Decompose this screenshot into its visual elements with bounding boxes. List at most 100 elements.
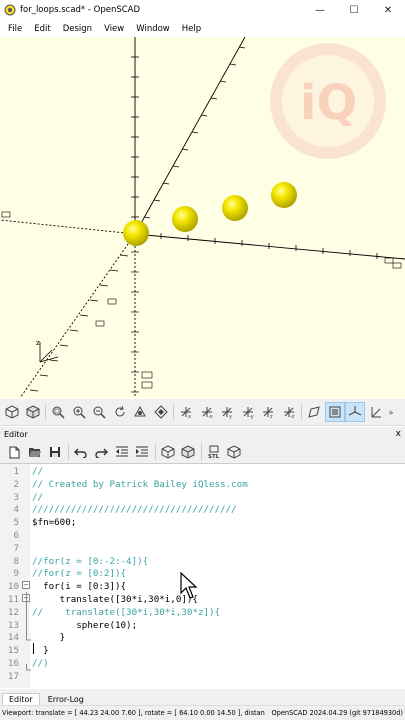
- maximize-button[interactable]: ☐: [337, 0, 371, 20]
- axis-indicator: z: [36, 339, 59, 363]
- code-line[interactable]: 3 //: [0, 492, 405, 505]
- line-code: sphere(10);: [32, 619, 138, 631]
- code-line[interactable]: 4 /////////////////////////////////////: [0, 504, 405, 517]
- view-right-icon[interactable]: x: [176, 402, 196, 422]
- svg-text:iQ: iQ: [300, 75, 357, 131]
- line-number: 10: [7, 581, 19, 593]
- code-line[interactable]: 5 $fn=600;: [0, 517, 405, 530]
- svg-text:-z: -z: [290, 414, 295, 419]
- line-number: 15: [7, 645, 19, 657]
- line-number: 9: [13, 568, 19, 580]
- iqless-watermark-logo: iQ: [270, 43, 386, 159]
- toolbar-separator: [301, 404, 302, 420]
- toolbar-separator: [200, 444, 202, 460]
- editor-dock-header: Editor x: [0, 427, 405, 441]
- save-file-icon[interactable]: [45, 442, 65, 462]
- open-file-icon[interactable]: [25, 442, 45, 462]
- reset-view-icon[interactable]: [110, 402, 130, 422]
- zoom-in-icon[interactable]: [69, 402, 89, 422]
- line-number: 13: [7, 619, 19, 631]
- tab-editor[interactable]: Editor: [2, 693, 40, 705]
- toolbar-overflow-icon[interactable]: »: [386, 402, 396, 422]
- viewport-status-text: Viewport: translate = [ 44.23 24.00 7.60…: [2, 709, 265, 717]
- code-line[interactable]: 11 translate([30*i,30*i,0]){: [0, 594, 405, 607]
- line-number: 12: [7, 606, 19, 618]
- redo-icon[interactable]: [91, 442, 111, 462]
- editor-dock-title: Editor: [4, 429, 28, 439]
- minimize-button[interactable]: —: [303, 0, 337, 20]
- menu-window[interactable]: Window: [130, 24, 176, 34]
- code-line[interactable]: 6: [0, 530, 405, 543]
- code-line[interactable]: 17: [0, 671, 405, 684]
- view-bottom-icon[interactable]: y: [217, 402, 237, 422]
- preview-icon[interactable]: [2, 402, 22, 422]
- code-line[interactable]: 7: [0, 543, 405, 556]
- code-line[interactable]: 1 //: [0, 466, 405, 479]
- close-button[interactable]: ✕: [371, 0, 405, 20]
- toolbar-separator: [67, 444, 69, 460]
- code-line[interactable]: 14 }: [0, 632, 405, 645]
- code-editor[interactable]: 1 // 2 // Created by Patrick Bailey iQless.…: [0, 463, 405, 688]
- svg-text:-y: -y: [249, 414, 254, 419]
- view-left-icon[interactable]: -y: [238, 402, 258, 422]
- zoom-out-icon[interactable]: [89, 402, 109, 422]
- menu-view[interactable]: View: [98, 24, 130, 34]
- show-scale-markers-icon[interactable]: [366, 402, 386, 422]
- toolbar-separator: [173, 404, 174, 420]
- line-code: // translate([30*i,30*i,30*z]){: [32, 606, 221, 618]
- render-icon[interactable]: [23, 402, 43, 422]
- code-line[interactable]: 16 //): [0, 658, 405, 671]
- line-number: 8: [13, 555, 19, 567]
- mouse-pointer-icon: [180, 572, 198, 599]
- code-line[interactable]: 10 for(i = [0:3]){: [0, 581, 405, 594]
- editor-render-icon[interactable]: [178, 442, 198, 462]
- show-axes-icon[interactable]: [345, 402, 365, 422]
- sphere: [172, 206, 198, 232]
- status-bar: Viewport: translate = [ 44.23 24.00 7.60…: [0, 705, 405, 720]
- view-back-icon[interactable]: -z: [279, 402, 299, 422]
- unindent-icon[interactable]: [112, 442, 132, 462]
- menu-design[interactable]: Design: [57, 24, 98, 34]
- line-code: $fn=600;: [32, 517, 77, 529]
- line-number: 16: [7, 658, 19, 669]
- 3d-viewport[interactable]: iQ z: [0, 37, 405, 398]
- rendered-spheres: [123, 182, 297, 246]
- code-line[interactable]: 13 sphere(10);: [0, 620, 405, 633]
- menu-help[interactable]: Help: [176, 24, 207, 34]
- perspective-icon[interactable]: [130, 402, 150, 422]
- menu-file[interactable]: File: [2, 24, 28, 34]
- line-number: 4: [13, 504, 19, 516]
- view-all-icon[interactable]: [48, 402, 68, 422]
- editor-close-button[interactable]: x: [396, 429, 401, 439]
- code-line[interactable]: 2 // Created by Patrick Bailey iQless.com: [0, 479, 405, 492]
- wireframe-icon[interactable]: [324, 402, 345, 422]
- surfaces-icon[interactable]: [304, 402, 324, 422]
- new-file-icon[interactable]: [4, 442, 24, 462]
- sphere: [123, 220, 149, 246]
- line-code: }: [32, 645, 49, 657]
- tab-error-log[interactable]: Error-Log: [42, 694, 90, 705]
- menu-edit[interactable]: Edit: [28, 24, 56, 34]
- code-line[interactable]: 9 //for(z = [0:2]){: [0, 568, 405, 581]
- export-stl-icon[interactable]: STL: [204, 442, 224, 462]
- line-code: //: [32, 466, 44, 477]
- toolbar-separator: [45, 404, 46, 420]
- svg-text:z: z: [36, 339, 40, 347]
- code-line[interactable]: 8 //for(z = [0:-2:-4]){: [0, 556, 405, 569]
- line-code: for(i = [0:3]){: [32, 581, 127, 593]
- line-number: 5: [13, 517, 19, 529]
- fold-toggle[interactable]: −: [22, 581, 30, 589]
- view-top-icon[interactable]: -x: [197, 402, 217, 422]
- sphere: [271, 182, 297, 208]
- undo-icon[interactable]: [71, 442, 91, 462]
- editor-preview-icon[interactable]: [158, 442, 178, 462]
- send-to-printer-icon[interactable]: [224, 442, 244, 462]
- view-toolbar: x -x y -y z -z »: [0, 399, 405, 426]
- code-line[interactable]: 12 // translate([30*i,30*i,30*z]){: [0, 607, 405, 620]
- indent-icon[interactable]: [132, 442, 152, 462]
- code-line[interactable]: 15 }: [0, 645, 405, 658]
- orthogonal-icon[interactable]: [151, 402, 171, 422]
- toolbar-separator: [154, 444, 156, 460]
- view-front-icon[interactable]: z: [258, 402, 278, 422]
- viewport-canvas[interactable]: iQ z: [0, 37, 405, 398]
